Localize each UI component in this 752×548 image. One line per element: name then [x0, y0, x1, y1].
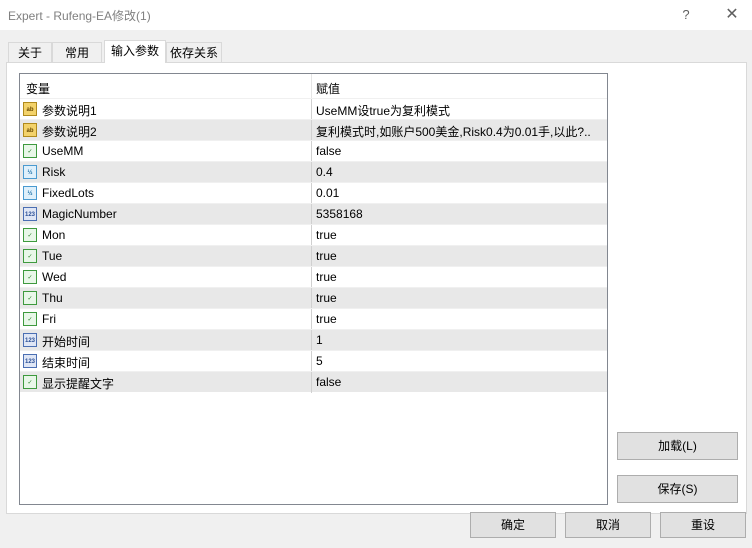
parameter-name: Fri	[42, 312, 56, 326]
cell-divider	[311, 183, 312, 204]
bool-icon: ✓	[23, 291, 37, 305]
parameter-value[interactable]: 复利模式时,如账户500美金,Risk0.4为0.01手,以此?..	[316, 123, 591, 140]
close-icon[interactable]: ✕	[712, 0, 752, 30]
bool-icon: ✓	[23, 228, 37, 242]
parameter-row[interactable]: ✓ Wed true	[20, 266, 607, 288]
cell-divider	[311, 372, 312, 393]
column-header-variable[interactable]: 变量	[26, 80, 50, 97]
bool-icon: ✓	[23, 270, 37, 284]
cell-divider	[311, 204, 312, 225]
parameter-name: FixedLots	[42, 186, 95, 200]
column-header-value[interactable]: 赋值	[316, 80, 340, 97]
parameter-row[interactable]: ab 参数说明2 复利模式时,如账户500美金,Risk0.4为0.01手,以此?.…	[20, 119, 607, 141]
parameter-name: Mon	[42, 228, 66, 242]
parameter-value[interactable]: 5	[316, 354, 323, 368]
parameter-value[interactable]: true	[316, 249, 337, 263]
window-title: Expert - Rufeng-EA修改(1)	[8, 9, 151, 23]
parameter-name: 参数说明2	[42, 125, 97, 139]
parameter-name: Thu	[42, 291, 63, 305]
tab-about[interactable]: 关于	[8, 42, 52, 62]
title-bar: Expert - Rufeng-EA修改(1) ? ✕	[0, 0, 752, 30]
bool-icon: ✓	[23, 144, 37, 158]
double-icon: ½	[23, 165, 37, 179]
parameter-value[interactable]: true	[316, 291, 337, 305]
int-icon: 123	[23, 207, 37, 221]
cancel-button[interactable]: 取消	[565, 512, 651, 538]
save-button[interactable]: 保存(S)	[617, 475, 738, 503]
cell-divider	[311, 225, 312, 246]
parameter-value[interactable]: false	[316, 144, 341, 158]
cell-divider	[311, 246, 312, 267]
tab-inputs[interactable]: 输入参数	[104, 40, 166, 63]
tab-dependencies[interactable]: 依存关系	[166, 42, 222, 62]
help-icon[interactable]: ?	[666, 0, 706, 30]
parameter-value[interactable]: 0.01	[316, 186, 339, 200]
ok-button[interactable]: 确定	[470, 512, 556, 538]
parameter-value[interactable]: 5358168	[316, 207, 363, 221]
grid-header: 变量 赋值	[20, 74, 607, 98]
double-icon: ½	[23, 186, 37, 200]
string-icon: ab	[23, 123, 37, 137]
cell-divider	[311, 330, 312, 351]
cell-divider	[311, 141, 312, 162]
parameter-row[interactable]: ✓ Mon true	[20, 224, 607, 246]
cell-divider	[311, 120, 312, 141]
parameter-row[interactable]: ✓ UseMM false	[20, 140, 607, 162]
parameter-row[interactable]: ½ Risk 0.4	[20, 161, 607, 183]
parameter-grid: 变量 赋值 ab 参数说明1 UseMM设true为复利模式 ab 参数说明2 复利模式时…	[19, 73, 608, 505]
cell-divider	[311, 288, 312, 309]
parameter-row[interactable]: ✓ Fri true	[20, 308, 607, 330]
parameter-name: 开始时间	[42, 335, 91, 349]
bool-icon: ✓	[23, 375, 37, 389]
parameter-value[interactable]: 0.4	[316, 165, 333, 179]
parameter-value[interactable]: 1	[316, 333, 323, 347]
reset-button[interactable]: 重设	[660, 512, 746, 538]
parameter-name: 显示提醒文字	[42, 377, 115, 391]
bool-icon: ✓	[23, 249, 37, 263]
parameter-name: Wed	[42, 270, 67, 284]
parameter-row[interactable]: ½ FixedLots 0.01	[20, 182, 607, 204]
parameter-value[interactable]: UseMM设true为复利模式	[316, 102, 450, 119]
cell-divider	[311, 99, 312, 120]
cell-divider	[311, 267, 312, 288]
column-divider[interactable]	[311, 74, 312, 98]
parameter-value[interactable]: true	[316, 312, 337, 326]
load-button[interactable]: 加载(L)	[617, 432, 738, 460]
cell-divider	[311, 351, 312, 372]
cell-divider	[311, 309, 312, 330]
parameter-name: 结束时间	[42, 356, 91, 370]
parameter-row[interactable]: 123 开始时间 1	[20, 329, 607, 351]
int-icon: 123	[23, 333, 37, 347]
parameter-row[interactable]: 123 MagicNumber 5358168	[20, 203, 607, 225]
parameter-name: Risk	[42, 165, 66, 179]
cell-divider	[311, 162, 312, 183]
parameter-row[interactable]: ✓ Tue true	[20, 245, 607, 267]
string-icon: ab	[23, 102, 37, 116]
parameter-name: UseMM	[42, 144, 84, 158]
int-icon: 123	[23, 354, 37, 368]
bool-icon: ✓	[23, 312, 37, 326]
parameter-value[interactable]: false	[316, 375, 341, 389]
parameter-value[interactable]: true	[316, 270, 337, 284]
parameter-row[interactable]: ✓ 显示提醒文字 false	[20, 371, 607, 393]
parameter-name: MagicNumber	[42, 207, 117, 221]
parameter-value[interactable]: true	[316, 228, 337, 242]
parameter-row[interactable]: ab 参数说明1 UseMM设true为复利模式	[20, 98, 607, 120]
parameter-row[interactable]: 123 结束时间 5	[20, 350, 607, 372]
parameter-row[interactable]: ✓ Thu true	[20, 287, 607, 309]
parameter-name: 参数说明1	[42, 104, 97, 118]
tab-common[interactable]: 常用	[52, 42, 102, 62]
parameter-name: Tue	[42, 249, 63, 263]
